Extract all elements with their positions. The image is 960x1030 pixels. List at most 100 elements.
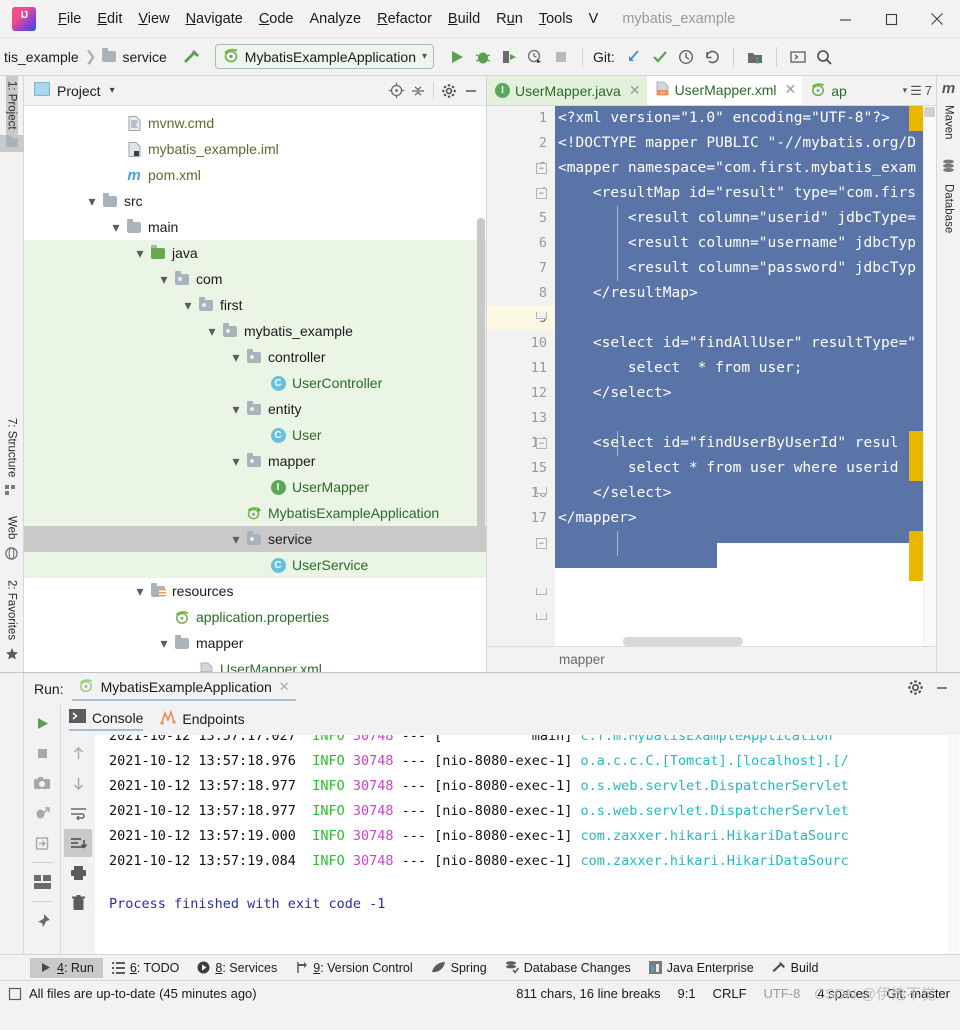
chevron-down-icon[interactable]: ▾	[228, 453, 244, 470]
menu-item-v[interactable]: V	[581, 8, 607, 30]
tree-node-mybatis-example-iml[interactable]: mybatis_example.iml	[24, 136, 486, 162]
close-icon[interactable]: ✕	[629, 82, 641, 99]
status-encoding[interactable]: UTF-8	[764, 986, 801, 1001]
run-icon[interactable]	[444, 44, 470, 70]
tree-node-mapper[interactable]: ▾mapper	[24, 630, 486, 656]
gear-icon[interactable]	[438, 80, 460, 102]
code-line[interactable]: <?xml version="1.0" encoding="UTF-8"?>	[555, 106, 936, 131]
code-line[interactable]: </select>	[555, 481, 936, 506]
editor-scrollbar[interactable]	[923, 106, 936, 646]
git-rollback-icon[interactable]	[699, 44, 725, 70]
menu-item-refactor[interactable]: Refactor	[369, 8, 440, 30]
console-tabs[interactable]: Console Endpoints	[61, 705, 960, 735]
chevron-down-icon[interactable]: ▾	[156, 271, 172, 288]
code-line[interactable]: <result column="userid" jdbcType=	[555, 206, 936, 231]
bottom-tab-9-version-control[interactable]: 9: Version Control	[286, 958, 421, 978]
tab-console[interactable]: Console	[69, 709, 143, 731]
sidebar-label-structure[interactable]: 7: Structure	[6, 413, 18, 482]
code-line[interactable]: <select id="findUserByUserId" resul	[555, 431, 936, 456]
menu-item-navigate[interactable]: Navigate	[178, 8, 251, 30]
tree-node-main[interactable]: ▾main	[24, 214, 486, 240]
tree-node-usermapper[interactable]: IUserMapper	[24, 474, 486, 500]
code-line[interactable]	[555, 406, 936, 431]
soft-wrap-icon[interactable]	[64, 799, 92, 827]
search-everywhere-icon[interactable]	[811, 44, 837, 70]
code-folding-column[interactable]: − − − −	[533, 106, 555, 646]
console-scrollbar[interactable]	[948, 735, 959, 954]
code-line[interactable]: <mapper namespace="com.first.mybatis_exa…	[555, 156, 936, 181]
tree-node-resources[interactable]: ▾resources	[24, 578, 486, 604]
debug-icon[interactable]	[470, 44, 496, 70]
code-line[interactable]	[555, 306, 936, 331]
code-line[interactable]: <result column="username" jdbcTyp	[555, 231, 936, 256]
scroll-to-end-icon[interactable]	[64, 829, 92, 857]
tree-node-usercontroller[interactable]: CUserController	[24, 370, 486, 396]
tree-node-userservice[interactable]: CUserService	[24, 552, 486, 578]
menu-bar[interactable]: FileEditViewNavigateCodeAnalyzeRefactorB…	[50, 8, 606, 30]
menu-item-tools[interactable]: Tools	[531, 8, 581, 30]
sidebar-label-web[interactable]: Web	[6, 511, 18, 544]
tree-node-com[interactable]: ▾com	[24, 266, 486, 292]
chevron-down-icon[interactable]: ▾	[156, 635, 172, 652]
chevron-down-icon[interactable]: ▾	[132, 245, 148, 262]
fold-toggle-icon[interactable]: −	[536, 438, 547, 449]
collapse-all-icon[interactable]	[407, 80, 429, 102]
chevron-down-icon[interactable]: ▾	[180, 297, 196, 314]
sidebar-label-favorites[interactable]: 2: Favorites	[6, 575, 18, 645]
code-line[interactable]: </resultMap>	[555, 281, 936, 306]
console-output[interactable]: 2021-10-12 13:57:17.027 INFO 30748 --- […	[95, 735, 960, 954]
tab-endpoints[interactable]: Endpoints	[159, 710, 244, 731]
sidebar-label-database[interactable]: Database	[943, 179, 955, 238]
close-icon[interactable]: ✕	[279, 679, 290, 695]
camera-icon[interactable]	[28, 769, 56, 797]
hide-icon[interactable]	[460, 80, 482, 102]
chevron-down-icon[interactable]: ▾	[84, 193, 100, 210]
debug-attach-icon[interactable]	[28, 799, 56, 827]
scrollbar-thumb[interactable]	[924, 107, 935, 117]
bottom-tab-java-enterprise[interactable]: Java Enterprise	[640, 958, 763, 978]
code-line[interactable]: </select>	[555, 381, 936, 406]
menu-item-build[interactable]: Build	[440, 8, 488, 30]
fold-toggle-icon[interactable]: −	[536, 188, 547, 199]
export-icon[interactable]	[28, 829, 56, 857]
maximize-icon[interactable]	[868, 0, 914, 38]
tab-application-properties[interactable]: ap	[802, 76, 853, 105]
tree-node-java[interactable]: ▾java	[24, 240, 486, 266]
editor-gutter[interactable]: 1234567891011121314151617 − − − −	[487, 106, 555, 646]
breadcrumb-item-project[interactable]: tis_example	[4, 49, 79, 65]
print-icon[interactable]	[64, 859, 92, 887]
bottom-tab-6-todo[interactable]: 6: TODO	[103, 958, 189, 978]
git-update-icon[interactable]	[621, 44, 647, 70]
window-controls[interactable]	[822, 0, 960, 38]
menu-item-view[interactable]: View	[130, 8, 177, 30]
tree-node-pom-xml[interactable]: mpom.xml	[24, 162, 486, 188]
tree-node-mvnw-cmd[interactable]: mvnw.cmd	[24, 110, 486, 136]
project-tree-scrollbar[interactable]	[477, 218, 485, 528]
locate-icon[interactable]	[385, 80, 407, 102]
bottom-tab-8-services[interactable]: 8: Services	[188, 958, 286, 978]
pin-icon[interactable]	[28, 907, 56, 935]
code-line[interactable]: <select id="findAllUser" resultType="	[555, 331, 936, 356]
chevron-down-icon[interactable]: ▾	[228, 349, 244, 366]
gear-icon[interactable]	[907, 679, 924, 699]
code-line[interactable]: <result column="password" jdbcTyp	[555, 256, 936, 281]
bottom-tool-bar[interactable]: 4: Run6: TODO8: Services9: Version Contr…	[0, 954, 960, 980]
chevron-down-icon[interactable]: ▾	[228, 531, 244, 548]
scroll-up-icon[interactable]	[64, 739, 92, 767]
close-icon[interactable]	[914, 0, 960, 38]
tree-node-mybatis-example[interactable]: ▾mybatis_example	[24, 318, 486, 344]
run-panel-header-actions[interactable]	[907, 679, 960, 699]
tree-node-entity[interactable]: ▾entity	[24, 396, 486, 422]
profile-icon[interactable]	[522, 44, 548, 70]
menu-item-analyze[interactable]: Analyze	[302, 8, 370, 30]
code-line[interactable]: </mapper>	[555, 506, 936, 531]
tree-node-mapper[interactable]: ▾mapper	[24, 448, 486, 474]
editor-tabs[interactable]: I UserMapper.java ✕ <> UserMapper.xml ✕ …	[487, 76, 936, 106]
hide-icon[interactable]	[934, 680, 950, 699]
sidebar-label-project[interactable]: 1: Project	[6, 76, 18, 135]
tab-list-icon[interactable]: ☰	[910, 83, 922, 99]
editor-breadcrumb[interactable]: mapper	[487, 646, 936, 672]
menu-item-run[interactable]: Run	[488, 8, 531, 30]
menu-item-edit[interactable]: Edit	[89, 8, 130, 30]
scroll-down-icon[interactable]	[64, 769, 92, 797]
